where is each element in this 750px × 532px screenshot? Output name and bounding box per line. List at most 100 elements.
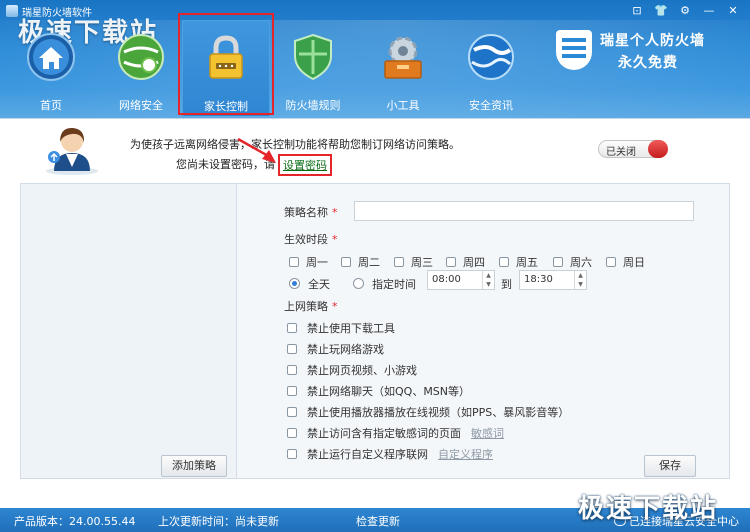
main-nav: 首页 网络安全 家长控制 防火墙规则 小工具 安全资讯 — [0, 20, 560, 116]
nav-home[interactable]: 首页 — [6, 20, 96, 116]
end-time-input[interactable]: 18:30 ▲ ▼ — [519, 270, 587, 290]
policy-label: 禁止运行自定义程序联网 — [307, 448, 428, 461]
policy-item[interactable]: 禁止使用下载工具 — [287, 320, 395, 336]
internet-policy-label-text: 上网策略 — [284, 300, 328, 313]
checkbox[interactable] — [606, 257, 616, 267]
nav-security-news[interactable]: 安全资讯 — [446, 20, 536, 116]
skin-icon[interactable]: 👕 — [650, 2, 672, 20]
policy-label: 禁止网络聊天（如QQ、MSN等） — [307, 385, 471, 398]
home-icon — [27, 33, 75, 81]
policy-name-label-text: 策略名称 — [284, 206, 328, 219]
checkbox[interactable] — [341, 257, 351, 267]
last-update-time: 上次更新时间：尚未更新 — [158, 515, 279, 528]
close-icon[interactable]: ✕ — [722, 2, 744, 20]
all-day-radio[interactable]: 全天 — [289, 276, 330, 292]
day-label: 周三 — [411, 256, 433, 269]
window-controls: ⊡ 👕 ⚙ — ✕ — [626, 2, 744, 20]
day-sunday[interactable]: 周日 — [606, 254, 645, 270]
policy-label: 禁止使用播放器播放在线视频（如PPS、暴风影音等） — [307, 406, 570, 419]
toggle-knob — [648, 140, 668, 158]
brand-shield-icon — [556, 30, 592, 70]
brand: 瑞星个人防火墙 永久免费 — [556, 28, 726, 78]
all-day-label: 全天 — [308, 278, 330, 291]
checkbox[interactable] — [499, 257, 509, 267]
watermark-bottom: 极速下载站 — [578, 494, 719, 524]
day-friday[interactable]: 周五 — [499, 254, 538, 270]
policy-name-input[interactable] — [354, 201, 694, 221]
day-monday[interactable]: 周一 — [289, 254, 328, 270]
day-tuesday[interactable]: 周二 — [341, 254, 380, 270]
nav-label-firewall-rules: 防火墙规则 — [285, 99, 341, 112]
day-label: 周四 — [463, 256, 485, 269]
policy-item[interactable]: 禁止网络聊天（如QQ、MSN等） — [287, 383, 470, 399]
spinner-arrows-icon[interactable]: ▲ ▼ — [574, 271, 586, 289]
pointer-arrow-icon — [237, 137, 276, 163]
parent-avatar-icon — [46, 127, 98, 175]
policy-item[interactable]: 禁止运行自定义程序联网 自定义程序 — [287, 446, 493, 462]
checkbox[interactable] — [287, 344, 297, 354]
radio[interactable] — [353, 278, 364, 289]
set-password-link[interactable]: 设置密码 — [278, 154, 332, 176]
top-bar: 瑞星防火墙软件 极速下载站 ⊡ 👕 ⚙ — ✕ 瑞星个人防火墙 永久免费 首页 — [0, 0, 750, 118]
policy-name-label: 策略名称 * — [284, 204, 338, 220]
product-version: 产品版本：24.00.55.44 — [14, 515, 136, 528]
start-time-value: 08:00 — [432, 274, 461, 285]
internet-policy-label: 上网策略 * — [284, 298, 338, 314]
nav-tools[interactable]: 小工具 — [358, 20, 448, 116]
brand-line1: 瑞星个人防火墙 — [600, 33, 705, 49]
checkbox[interactable] — [287, 428, 297, 438]
checkbox[interactable] — [287, 323, 297, 333]
checkbox[interactable] — [394, 257, 404, 267]
policy-label: 禁止玩网络游戏 — [307, 343, 384, 356]
end-time-value: 18:30 — [524, 274, 553, 285]
specified-time-radio[interactable]: 指定时间 — [353, 276, 416, 292]
parental-control-panel: 为使孩子远离网络侵害，家长控制功能将帮助您制订网络访问策略。 您尚未设置密码，请… — [0, 118, 750, 508]
nav-network-security[interactable]: 网络安全 — [96, 20, 186, 116]
effective-period-label: 生效时段 * — [284, 231, 338, 247]
day-saturday[interactable]: 周六 — [553, 254, 592, 270]
day-wednesday[interactable]: 周三 — [394, 254, 433, 270]
policy-item[interactable]: 禁止使用播放器播放在线视频（如PPS、暴风影音等） — [287, 404, 569, 420]
day-label: 周二 — [358, 256, 380, 269]
nav-parental-control[interactable]: 家长控制 — [182, 20, 270, 116]
check-update-link[interactable]: 检查更新 — [356, 513, 400, 529]
day-thursday[interactable]: 周四 — [446, 254, 485, 270]
day-label: 周日 — [623, 256, 645, 269]
start-time-input[interactable]: 08:00 ▲ ▼ — [427, 270, 495, 290]
policy-list-panel: 添加策略 — [20, 183, 237, 479]
nav-label-security-news: 安全资讯 — [469, 99, 513, 112]
settings-gear-icon[interactable]: ⚙ — [674, 2, 696, 20]
minimize-icon[interactable]: — — [698, 2, 720, 20]
nav-label-network-security: 网络安全 — [119, 99, 163, 112]
screen-icon[interactable]: ⊡ — [626, 2, 648, 20]
nav-firewall-rules[interactable]: 防火墙规则 — [268, 20, 358, 116]
save-button[interactable]: 保存 — [644, 455, 696, 477]
radio-selected[interactable] — [289, 278, 300, 289]
toggle-label: 已关闭 — [606, 147, 636, 158]
parental-control-toggle[interactable]: 已关闭 — [598, 140, 668, 158]
spinner-arrows-icon[interactable]: ▲ ▼ — [482, 271, 494, 289]
checkbox[interactable] — [287, 449, 297, 459]
padlock-icon — [209, 35, 243, 79]
to-label: 到 — [501, 278, 512, 291]
brand-line2: 永久免费 — [618, 55, 678, 71]
app-logo-icon — [6, 5, 18, 17]
required-mark: * — [332, 233, 338, 246]
specified-time-label: 指定时间 — [372, 278, 416, 291]
policy-item[interactable]: 禁止玩网络游戏 — [287, 341, 384, 357]
checkbox[interactable] — [287, 407, 297, 417]
checkbox[interactable] — [446, 257, 456, 267]
policy-label: 禁止访问含有指定敏感词的页面 — [307, 427, 461, 440]
nav-label-parental-control: 家长控制 — [204, 100, 248, 113]
checkbox[interactable] — [289, 257, 299, 267]
required-mark: * — [332, 300, 338, 313]
checkbox[interactable] — [287, 365, 297, 375]
checkbox[interactable] — [287, 386, 297, 396]
sensitive-words-link[interactable]: 敏感词 — [471, 427, 504, 440]
globe-icon — [468, 34, 514, 80]
add-policy-button[interactable]: 添加策略 — [161, 455, 227, 477]
policy-item[interactable]: 禁止访问含有指定敏感词的页面 敏感词 — [287, 425, 504, 441]
checkbox[interactable] — [553, 257, 563, 267]
custom-program-link[interactable]: 自定义程序 — [438, 448, 493, 461]
policy-item[interactable]: 禁止网页视频、小游戏 — [287, 362, 417, 378]
